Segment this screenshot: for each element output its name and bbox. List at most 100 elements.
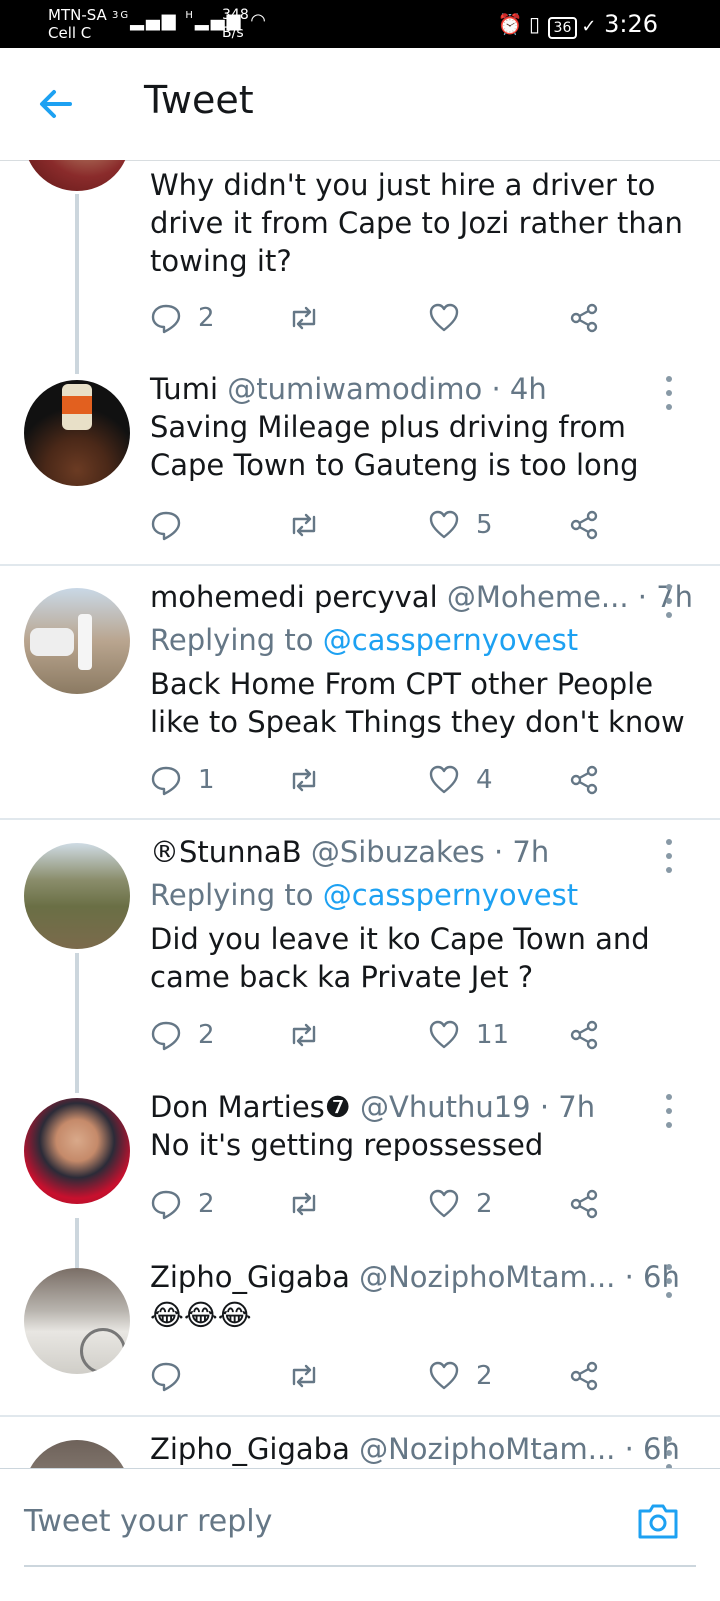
user-handle[interactable]: @tumiwamodimo (227, 372, 482, 406)
retweet-button[interactable] (288, 1356, 336, 1396)
share-button[interactable] (568, 298, 600, 338)
thread-line (75, 953, 79, 1093)
display-name[interactable]: ®StunnaB (150, 835, 302, 869)
reply-button[interactable]: 2 (150, 298, 215, 338)
reply-input[interactable]: Tweet your reply (24, 1499, 624, 1545)
tweet-item[interactable]: mohemedi percyval @Moheme... · 7h Replyi… (0, 578, 720, 818)
tweet-time: · 7h (539, 1090, 596, 1124)
avatar-sign (80, 1328, 126, 1374)
share-button[interactable] (568, 1015, 600, 1055)
more-options-icon[interactable] (666, 1264, 674, 1300)
more-options-icon[interactable] (666, 1436, 674, 1472)
tweet-item[interactable]: Tumi @tumiwamodimo · 4h Saving Mileage p… (0, 370, 720, 564)
like-count: 2 (476, 1361, 493, 1391)
back-arrow-icon[interactable] (36, 84, 76, 124)
replying-to-handle[interactable]: @casspernyovest (323, 878, 578, 912)
tweet-text: Back Home From CPT other People like to … (150, 667, 685, 739)
tweet-item[interactable]: ®StunnaB @Sibuzakes · 7h Replying to @ca… (0, 833, 720, 1093)
tweet-item[interactable]: Why didn't you just hire a driver to dri… (0, 160, 720, 374)
reply-button[interactable]: 1 (150, 760, 215, 800)
avatar[interactable] (24, 1098, 130, 1204)
share-button[interactable] (568, 505, 600, 545)
replying-to-label: Replying to (150, 623, 314, 657)
thread-line (75, 194, 79, 374)
tweet-item[interactable]: Don Marties❼ @Vhuthu19 · 7h No it's gett… (0, 1088, 720, 1268)
avatar[interactable] (24, 160, 130, 191)
retweet-icon (292, 513, 316, 537)
display-name[interactable]: Don Marties❼ (150, 1090, 351, 1124)
tweet-actions: 2 2 (150, 1184, 630, 1224)
avatar[interactable] (24, 843, 130, 949)
like-button[interactable]: 4 (428, 760, 493, 800)
reply-icon (151, 1021, 181, 1051)
top-app-bar: Tweet (0, 48, 720, 161)
share-icon (570, 1020, 598, 1050)
battery-icon: 36 (547, 17, 578, 39)
tweet-actions: 2 (150, 1356, 630, 1396)
clock: 3:26 (604, 10, 658, 38)
reply-composer: Tweet your reply (0, 1468, 720, 1601)
reply-icon (151, 511, 181, 541)
share-button[interactable] (568, 760, 600, 800)
more-options-icon[interactable] (666, 376, 674, 412)
reply-icon (151, 1362, 181, 1392)
tweet-header: mohemedi percyval @Moheme... · 7h (150, 578, 693, 616)
display-name[interactable]: Zipho_Gigaba (150, 1260, 350, 1294)
reply-button[interactable] (150, 505, 198, 545)
carrier-name-2: Cell C (48, 24, 92, 42)
tweet-header: Zipho_Gigaba @NoziphoMtam... · 6h (150, 1430, 680, 1468)
retweet-button[interactable] (288, 1015, 336, 1055)
share-icon (570, 1189, 598, 1219)
reply-button[interactable] (150, 1356, 198, 1396)
retweet-icon (292, 1364, 316, 1388)
reply-count: 2 (198, 1020, 215, 1050)
divider (0, 564, 720, 566)
tweet-time: · 7h (494, 835, 550, 869)
like-button[interactable]: 11 (428, 1015, 509, 1055)
avatar[interactable] (24, 380, 130, 486)
more-options-icon[interactable] (666, 839, 674, 875)
retweet-button[interactable] (288, 298, 336, 338)
more-options-icon[interactable] (666, 1094, 674, 1130)
avatar[interactable] (24, 588, 130, 694)
share-button[interactable] (568, 1356, 600, 1396)
tweet-actions: 1 4 (150, 760, 630, 800)
status-icons: ⏰ ▯ (498, 10, 540, 38)
display-name[interactable]: Zipho_Gigaba (150, 1432, 350, 1466)
carrier-info: MTN-SA Cell C (48, 6, 107, 42)
reply-button[interactable]: 2 (150, 1015, 215, 1055)
share-icon (570, 303, 598, 333)
user-handle[interactable]: @Moheme... (447, 580, 629, 614)
camera-icon[interactable] (636, 1499, 680, 1543)
tweet-item[interactable]: Zipho_Gigaba @NoziphoMtam... · 6h 😂😂😂 2 (0, 1258, 720, 1418)
user-handle[interactable]: @NoziphoMtam... (359, 1260, 615, 1294)
more-options-icon[interactable] (666, 584, 674, 620)
user-handle[interactable]: @Vhuthu19 (360, 1090, 531, 1124)
share-icon (570, 510, 598, 540)
display-name[interactable]: mohemedi percyval (150, 580, 438, 614)
avatar[interactable] (24, 1268, 130, 1374)
like-button[interactable]: 2 (428, 1356, 493, 1396)
network-speed-unit: B/s (222, 25, 244, 41)
retweet-button[interactable] (288, 760, 336, 800)
like-count: 4 (476, 765, 493, 795)
like-button[interactable] (428, 298, 476, 338)
retweet-button[interactable] (288, 505, 336, 545)
like-button[interactable]: 5 (428, 505, 493, 545)
share-button[interactable] (568, 1184, 600, 1224)
reply-button[interactable]: 2 (150, 1184, 215, 1224)
like-button[interactable]: 2 (428, 1184, 493, 1224)
user-handle[interactable]: @Sibuzakes (311, 835, 485, 869)
user-handle[interactable]: @NoziphoMtam... (359, 1432, 615, 1466)
replying-to-handle[interactable]: @cassperny­ovest (323, 623, 578, 657)
network-speed: 348 B/s (222, 6, 249, 42)
reply-icon (151, 1190, 181, 1220)
avatar-jar-label (62, 396, 92, 414)
retweet-button[interactable] (288, 1184, 336, 1224)
retweet-icon (292, 1192, 316, 1216)
wifi-icon: ◠ (250, 10, 268, 31)
replying-to-label: Replying to (150, 878, 314, 912)
display-name[interactable]: Tumi (150, 372, 218, 406)
heart-icon (429, 303, 459, 332)
conversation-feed[interactable]: Why didn't you just hire a driver to dri… (0, 160, 720, 1500)
